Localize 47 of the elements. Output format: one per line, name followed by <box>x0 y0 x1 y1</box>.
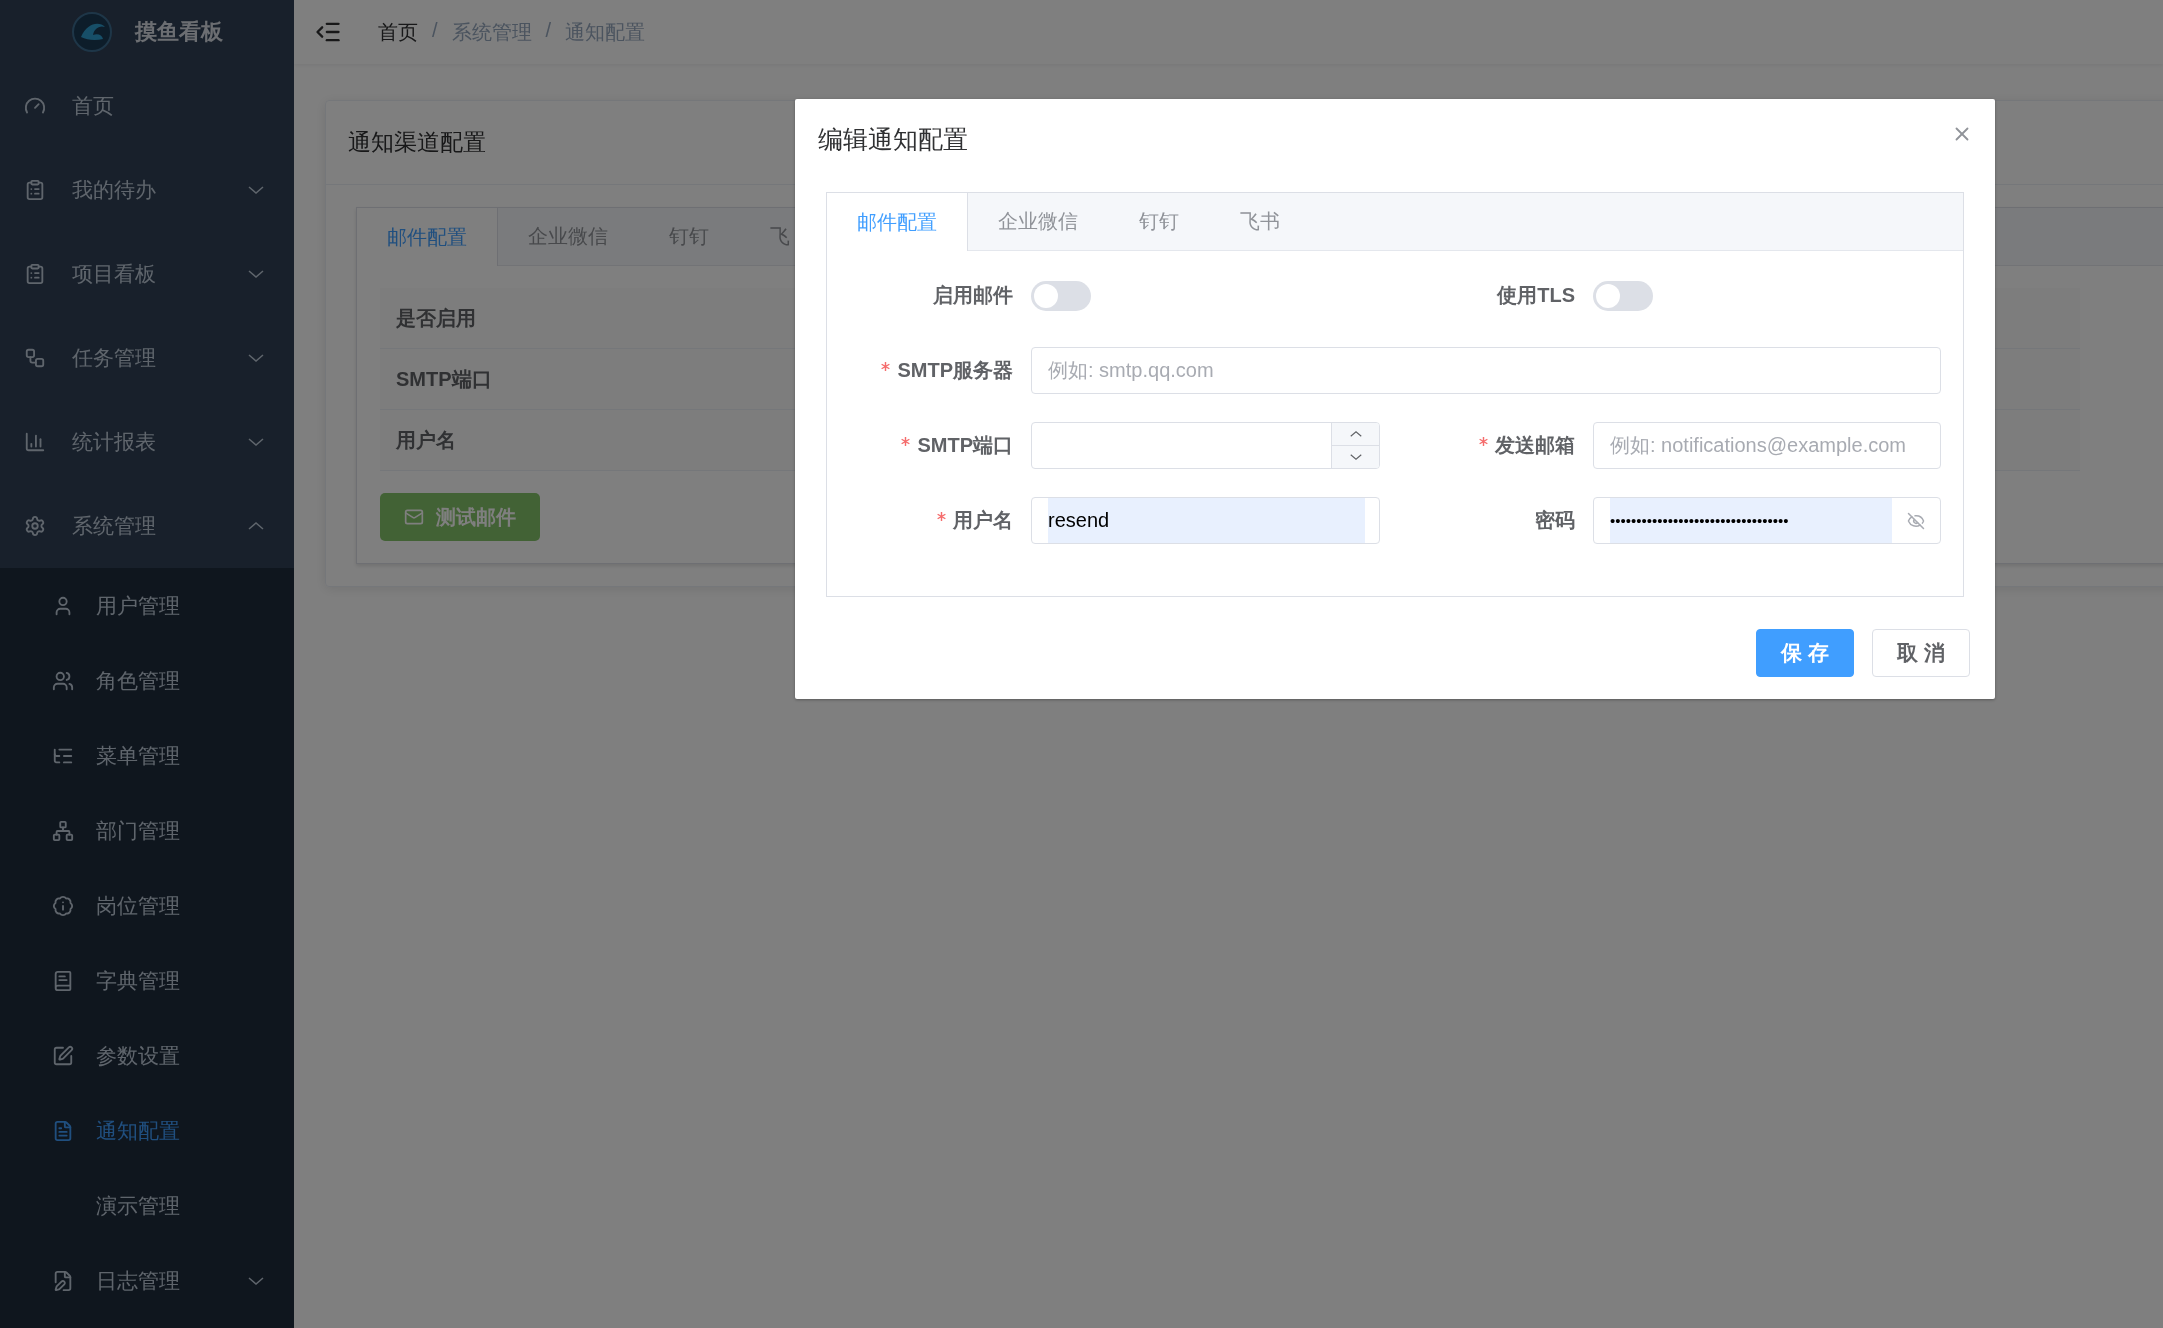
field-label: SMTP服务器 <box>847 357 1013 384</box>
mail-icon <box>404 507 424 527</box>
menu-item[interactable]: 系统管理 <box>0 484 294 568</box>
tab[interactable]: 邮件配置 <box>357 208 498 266</box>
chevron-down-icon <box>1349 454 1362 460</box>
toggle-switch[interactable] <box>1031 280 1091 311</box>
number-input[interactable] <box>1031 422 1380 469</box>
breadcrumb-item: 首页 <box>378 19 418 45</box>
menu-icon <box>52 1044 74 1067</box>
menu-icon <box>52 969 74 992</box>
fish-logo-icon <box>71 11 113 53</box>
menu-item[interactable]: 统计报表 <box>0 400 294 484</box>
menu-icon <box>24 263 46 285</box>
menu-item[interactable]: 项目看板 <box>0 232 294 316</box>
menu-icon <box>24 431 46 453</box>
logo-text: 摸鱼看板 <box>135 18 223 46</box>
menu-icon <box>52 819 74 842</box>
input-field[interactable]: 例如: notifications@example.com <box>1593 422 1941 469</box>
save-button[interactable]: 保 存 <box>1756 629 1855 677</box>
chevron-up-icon <box>1349 431 1362 437</box>
breadcrumb-separator: / <box>545 18 552 43</box>
field-label: SMTP端口 <box>847 432 1013 459</box>
breadcrumb-separator: / <box>432 18 438 43</box>
menu-icon <box>24 179 46 201</box>
menu-item[interactable]: 首页 <box>0 64 294 148</box>
input-field[interactable]: resend <box>1031 497 1380 544</box>
field-label: 密码 <box>1534 508 1575 533</box>
menu-icon <box>52 1269 74 1292</box>
test-email-button[interactable]: 测试邮件 <box>380 493 540 541</box>
field-label: 用户名 <box>847 507 1013 534</box>
password-field[interactable]: •••••••••••••••••••••••••••••••••• <box>1593 497 1941 544</box>
menu-icon <box>24 515 46 537</box>
tab[interactable]: 企业微信 <box>968 193 1109 250</box>
cancel-button[interactable]: 取 消 <box>1872 629 1970 677</box>
menu-icon <box>52 894 74 917</box>
input-field[interactable]: 例如: smtp.qq.com <box>1031 347 1941 394</box>
menu-icon <box>52 669 74 692</box>
tab[interactable]: 飞书 <box>1210 193 1311 250</box>
field-label: 发送邮箱 <box>1398 432 1575 459</box>
menu-icon <box>52 1119 74 1142</box>
menu-item[interactable]: 我的待办 <box>0 148 294 232</box>
menu-icon <box>24 347 46 369</box>
tab[interactable]: 钉钉 <box>1109 193 1210 250</box>
dialog-title: 编辑通知配置 <box>818 124 968 155</box>
menu-item[interactable]: 任务管理 <box>0 316 294 400</box>
tab[interactable]: 邮件配置 <box>827 193 968 251</box>
toggle-switch[interactable] <box>1593 280 1653 311</box>
